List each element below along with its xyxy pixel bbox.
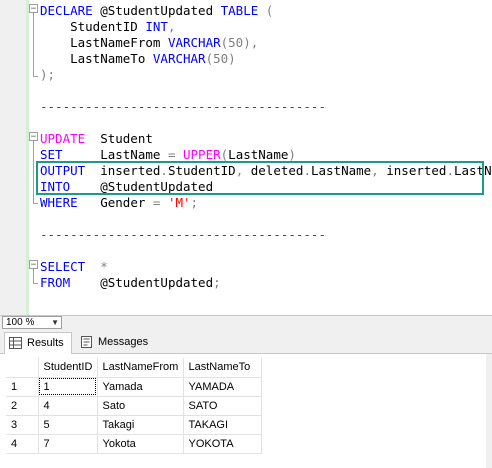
tab-messages[interactable]: Messages [76,332,156,354]
cell-lastnameto[interactable]: SATO [183,396,262,416]
outline-end [33,283,38,284]
cell-lastnameto[interactable]: YOKOTA [183,434,262,454]
tab-results[interactable]: Results [4,332,72,354]
outline-end [33,203,38,204]
column-header-lastnamefrom[interactable]: LastNameFrom [97,358,184,378]
cell-lastnameto[interactable]: TAKAGI [183,415,262,435]
code-token: UPDATE [40,131,86,146]
code-line[interactable]: FROM @StudentUpdated; [40,275,221,291]
code-token: LastName [62,147,168,162]
output-into-highlight-box [36,161,484,195]
collapse-icon[interactable]: − [29,4,38,14]
code-token: TABLE [220,3,259,18]
messages-icon [81,336,92,348]
code-token: VARCHAR [167,35,221,50]
outline-end [33,76,38,77]
code-token: ) [288,147,296,162]
code-token: LastName [228,147,289,162]
table-row[interactable]: 2 4 Sato SATO [6,396,262,416]
collapse-icon[interactable]: − [29,260,38,270]
outline-line [33,141,34,203]
code-token: ( [258,3,274,18]
outline-line [33,269,34,283]
cell-lastnamefrom[interactable]: Sato [97,396,184,416]
results-tabs: Results Messages [0,329,492,354]
code-line[interactable]: DECLARE @StudentUpdated TABLE ( [40,3,273,19]
code-token: VARCHAR [152,51,206,66]
code-token: @StudentUpdated [92,3,221,18]
code-line[interactable]: UPDATE Student [40,131,153,147]
code-token: StudentID [40,19,146,34]
row-number[interactable]: 4 [6,434,39,454]
horizontal-scrollbar[interactable] [66,318,486,327]
table-row[interactable]: 3 5 Takagi TAKAGI [6,415,262,435]
code-line[interactable]: -------------------------------------- [40,227,326,243]
results-grid[interactable]: StudentID LastNameFrom LastNameTo 1 1 Ya… [6,358,262,454]
zoom-dropdown[interactable]: 100 % ▼ [2,316,62,329]
grid-header-row: StudentID LastNameFrom LastNameTo [6,358,262,378]
code-line[interactable]: WHERE Gender = 'M'; [40,195,198,211]
code-token: -------------------------------------- [40,99,326,114]
code-token: WHERE [40,195,78,210]
results-pane: Results Messages StudentID LastNameFrom … [0,329,492,468]
code-token: Gender [77,195,153,210]
row-number[interactable]: 1 [6,377,39,397]
cell-lastnameto[interactable]: YAMADA [183,377,262,397]
collapse-icon[interactable]: − [29,132,38,142]
tab-messages-label: Messages [98,336,149,348]
code-token: FROM [40,275,71,290]
code-token: SELECT [40,259,86,274]
column-header-lastnameto[interactable]: LastNameTo [183,358,262,378]
code-line[interactable]: LastNameFrom VARCHAR(50), [40,35,258,51]
editor-margin [0,0,26,315]
code-token: * [100,259,108,274]
cell-lastnamefrom[interactable]: Takagi [97,415,184,435]
cell-studentid[interactable]: 1 [38,377,98,397]
chevron-down-icon: ▼ [51,318,59,327]
code-token: (50) [205,51,236,66]
code-token: LastNameFrom [40,35,168,50]
code-line[interactable]: -------------------------------------- [40,99,326,115]
column-header-studentid[interactable]: StudentID [38,358,98,378]
table-row[interactable]: 1 1 Yamada YAMADA [6,377,262,397]
code-token: Student [85,131,153,146]
code-line[interactable]: ); [40,67,55,83]
grid-icon [9,337,22,349]
code-token: @StudentUpdated [70,275,214,290]
code-token: -------------------------------------- [40,227,326,242]
code-line[interactable]: StudentID INT, [40,19,175,35]
code-token: DECLARE [40,3,93,18]
outline-line [33,13,34,76]
code-line[interactable]: LastNameTo VARCHAR(50) [40,51,236,67]
code-token: LastNameTo [40,51,153,66]
code-token: UPPER [183,147,221,162]
cell-lastnamefrom[interactable]: Yamada [97,377,184,397]
table-row[interactable]: 4 7 Yokota YOKOTA [6,434,262,454]
row-number[interactable]: 2 [6,396,39,416]
code-token: (50), [220,35,259,50]
code-token: INT [145,19,168,34]
tab-results-label: Results [27,337,64,349]
code-token: 'M' [167,195,191,210]
row-number[interactable]: 3 [6,415,39,435]
code-token: ; [213,275,221,290]
code-line[interactable]: SELECT * [40,259,108,275]
code-token: ; [190,195,199,210]
editor-status-bar: 100 % ▼ [0,315,492,329]
code-token: ); [40,67,56,82]
cell-studentid[interactable]: 4 [38,396,98,416]
code-token: , [167,19,176,34]
zoom-value: 100 % [6,317,35,328]
vertical-scrollbar[interactable] [486,354,492,468]
code-token: SET [40,147,63,162]
cell-studentid[interactable]: 7 [38,434,98,454]
cell-studentid[interactable]: 5 [38,415,98,435]
row-number-header[interactable] [6,358,39,378]
query-editor[interactable]: − − − DECLARE @StudentUpdated TABLE ( St… [0,0,492,315]
cell-lastnamefrom[interactable]: Yokota [97,434,184,454]
